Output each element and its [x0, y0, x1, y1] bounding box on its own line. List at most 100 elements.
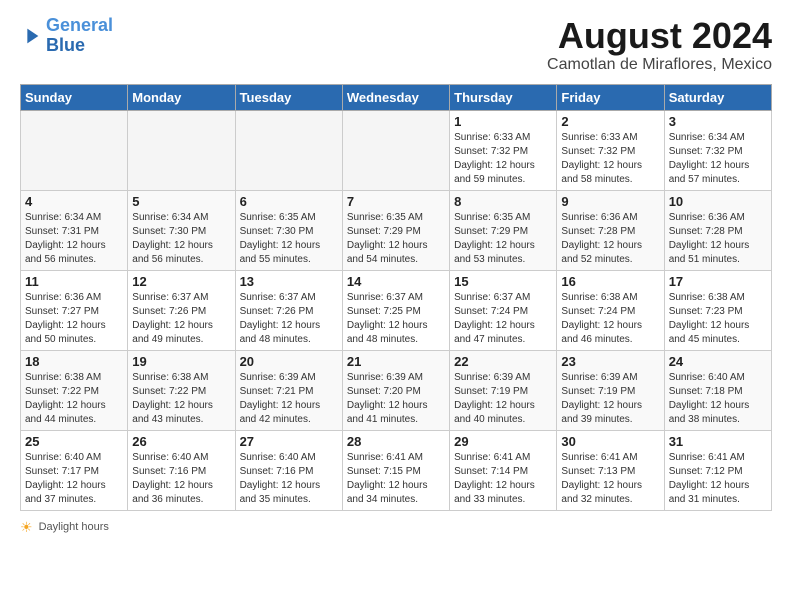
- calendar-cell: 2 Sunrise: 6:33 AM Sunset: 7:32 PM Daylig…: [557, 110, 664, 190]
- day-number: 23: [561, 354, 659, 369]
- calendar-cell: 11 Sunrise: 6:36 AM Sunset: 7:27 PM Dayli…: [21, 270, 128, 350]
- calendar-header-monday: Monday: [128, 84, 235, 110]
- footer-row: ☀ Daylight hours: [20, 519, 772, 536]
- day-info: Sunrise: 6:35 AM Sunset: 7:30 PM Dayligh…: [240, 211, 338, 267]
- day-number: 2: [561, 114, 659, 129]
- calendar-cell: 20Sunrise: 6:39 AM Sunset: 7:21 PM Dayli…: [235, 350, 342, 430]
- month-year-title: August 2024: [547, 16, 772, 56]
- day-number: 26: [132, 434, 230, 449]
- day-info: Sunrise: 6:40 AM Sunset: 7:16 PM Dayligh…: [240, 451, 338, 507]
- calendar-cell: 27 Sunrise: 6:40 AM Sunset: 7:16 PM Dayli…: [235, 430, 342, 510]
- day-info: Sunrise: 6:39 AM Sunset: 7:19 PM Dayligh…: [454, 371, 552, 427]
- day-number: 5: [132, 194, 230, 209]
- day-info: Sunrise: 6:34 AM Sunset: 7:30 PM Dayligh…: [132, 211, 230, 267]
- calendar-cell: [21, 110, 128, 190]
- day-info: Sunrise: 6:38 AM Sunset: 7:22 PM Dayligh…: [132, 371, 230, 427]
- header: General Blue August 2024 Camotlan de Mir…: [20, 16, 772, 74]
- day-number: 10: [669, 194, 767, 209]
- calendar-cell: 3 Sunrise: 6:34 AM Sunset: 7:32 PM Daylig…: [664, 110, 771, 190]
- logo: General Blue: [20, 16, 113, 56]
- day-info: Sunrise: 6:38 AM Sunset: 7:24 PM Dayligh…: [561, 291, 659, 347]
- calendar-cell: 29 Sunrise: 6:41 AM Sunset: 7:14 PM Dayli…: [450, 430, 557, 510]
- day-number: 16: [561, 274, 659, 289]
- day-number: 8: [454, 194, 552, 209]
- day-info: Sunrise: 6:41 AM Sunset: 7:12 PM Dayligh…: [669, 451, 767, 507]
- day-info: Sunrise: 6:39 AM Sunset: 7:21 PM Dayligh…: [240, 371, 338, 427]
- day-info: Sunrise: 6:37 AM Sunset: 7:26 PM Dayligh…: [240, 291, 338, 347]
- day-number: 13: [240, 274, 338, 289]
- page: General Blue August 2024 Camotlan de Mir…: [0, 0, 792, 552]
- title-block: August 2024 Camotlan de Miraflores, Mexi…: [547, 16, 772, 74]
- calendar-cell: 1Sunrise: 6:33 AM Sunset: 7:32 PM Daylig…: [450, 110, 557, 190]
- day-number: 11: [25, 274, 123, 289]
- day-info: Sunrise: 6:41 AM Sunset: 7:13 PM Dayligh…: [561, 451, 659, 507]
- calendar-cell: [342, 110, 449, 190]
- calendar-cell: 31 Sunrise: 6:41 AM Sunset: 7:12 PM Dayli…: [664, 430, 771, 510]
- calendar-cell: 24 Sunrise: 6:40 AM Sunset: 7:18 PM Dayli…: [664, 350, 771, 430]
- calendar-cell: 28 Sunrise: 6:41 AM Sunset: 7:15 PM Dayli…: [342, 430, 449, 510]
- day-number: 15: [454, 274, 552, 289]
- footer: ☀ Daylight hours: [20, 519, 772, 536]
- calendar-table: SundayMondayTuesdayWednesdayThursdayFrid…: [20, 84, 772, 511]
- calendar-header-tuesday: Tuesday: [235, 84, 342, 110]
- calendar-cell: [235, 110, 342, 190]
- day-info: Sunrise: 6:39 AM Sunset: 7:19 PM Dayligh…: [561, 371, 659, 427]
- day-info: Sunrise: 6:41 AM Sunset: 7:14 PM Dayligh…: [454, 451, 552, 507]
- day-number: 24: [669, 354, 767, 369]
- day-info: Sunrise: 6:37 AM Sunset: 7:25 PM Dayligh…: [347, 291, 445, 347]
- day-number: 28: [347, 434, 445, 449]
- day-number: 4: [25, 194, 123, 209]
- day-number: 3: [669, 114, 767, 129]
- day-info: Sunrise: 6:33 AM Sunset: 7:32 PM Dayligh…: [454, 131, 552, 187]
- day-number: 22: [454, 354, 552, 369]
- day-info: Sunrise: 6:37 AM Sunset: 7:26 PM Dayligh…: [132, 291, 230, 347]
- day-info: Sunrise: 6:41 AM Sunset: 7:15 PM Dayligh…: [347, 451, 445, 507]
- calendar-cell: 4 Sunrise: 6:34 AM Sunset: 7:31 PM Daylig…: [21, 190, 128, 270]
- calendar-cell: 25 Sunrise: 6:40 AM Sunset: 7:17 PM Dayli…: [21, 430, 128, 510]
- location-subtitle: Camotlan de Miraflores, Mexico: [547, 56, 772, 74]
- calendar-cell: 9 Sunrise: 6:36 AM Sunset: 7:28 PM Daylig…: [557, 190, 664, 270]
- calendar-cell: 7Sunrise: 6:35 AM Sunset: 7:29 PM Daylig…: [342, 190, 449, 270]
- day-info: Sunrise: 6:40 AM Sunset: 7:18 PM Dayligh…: [669, 371, 767, 427]
- calendar-cell: 12 Sunrise: 6:37 AM Sunset: 7:26 PM Dayli…: [128, 270, 235, 350]
- calendar-cell: 23 Sunrise: 6:39 AM Sunset: 7:19 PM Dayli…: [557, 350, 664, 430]
- logo-icon: [20, 25, 42, 47]
- day-number: 12: [132, 274, 230, 289]
- calendar-cell: 21Sunrise: 6:39 AM Sunset: 7:20 PM Dayli…: [342, 350, 449, 430]
- day-number: 9: [561, 194, 659, 209]
- sun-icon: ☀: [20, 519, 33, 536]
- week-row-1: 1Sunrise: 6:33 AM Sunset: 7:32 PM Daylig…: [21, 110, 772, 190]
- calendar-cell: 15Sunrise: 6:37 AM Sunset: 7:24 PM Dayli…: [450, 270, 557, 350]
- calendar-cell: 8Sunrise: 6:35 AM Sunset: 7:29 PM Daylig…: [450, 190, 557, 270]
- day-number: 25: [25, 434, 123, 449]
- day-number: 29: [454, 434, 552, 449]
- day-info: Sunrise: 6:36 AM Sunset: 7:27 PM Dayligh…: [25, 291, 123, 347]
- day-number: 27: [240, 434, 338, 449]
- calendar-cell: 22 Sunrise: 6:39 AM Sunset: 7:19 PM Dayli…: [450, 350, 557, 430]
- day-info: Sunrise: 6:36 AM Sunset: 7:28 PM Dayligh…: [561, 211, 659, 267]
- day-number: 18: [25, 354, 123, 369]
- logo-text: General Blue: [46, 16, 113, 56]
- calendar-cell: 18 Sunrise: 6:38 AM Sunset: 7:22 PM Dayli…: [21, 350, 128, 430]
- day-info: Sunrise: 6:34 AM Sunset: 7:31 PM Dayligh…: [25, 211, 123, 267]
- calendar-cell: 26Sunrise: 6:40 AM Sunset: 7:16 PM Dayli…: [128, 430, 235, 510]
- calendar-cell: 10Sunrise: 6:36 AM Sunset: 7:28 PM Dayli…: [664, 190, 771, 270]
- daylight-label: Daylight hours: [39, 521, 109, 533]
- day-info: Sunrise: 6:40 AM Sunset: 7:17 PM Dayligh…: [25, 451, 123, 507]
- calendar-header-wednesday: Wednesday: [342, 84, 449, 110]
- calendar-cell: 13 Sunrise: 6:37 AM Sunset: 7:26 PM Dayli…: [235, 270, 342, 350]
- day-info: Sunrise: 6:34 AM Sunset: 7:32 PM Dayligh…: [669, 131, 767, 187]
- day-number: 21: [347, 354, 445, 369]
- day-number: 30: [561, 434, 659, 449]
- week-row-4: 18 Sunrise: 6:38 AM Sunset: 7:22 PM Dayli…: [21, 350, 772, 430]
- calendar-cell: 6 Sunrise: 6:35 AM Sunset: 7:30 PM Daylig…: [235, 190, 342, 270]
- day-number: 7: [347, 194, 445, 209]
- day-number: 31: [669, 434, 767, 449]
- day-number: 6: [240, 194, 338, 209]
- calendar-header-thursday: Thursday: [450, 84, 557, 110]
- day-info: Sunrise: 6:38 AM Sunset: 7:22 PM Dayligh…: [25, 371, 123, 427]
- day-number: 14: [347, 274, 445, 289]
- day-info: Sunrise: 6:33 AM Sunset: 7:32 PM Dayligh…: [561, 131, 659, 187]
- day-info: Sunrise: 6:38 AM Sunset: 7:23 PM Dayligh…: [669, 291, 767, 347]
- day-number: 17: [669, 274, 767, 289]
